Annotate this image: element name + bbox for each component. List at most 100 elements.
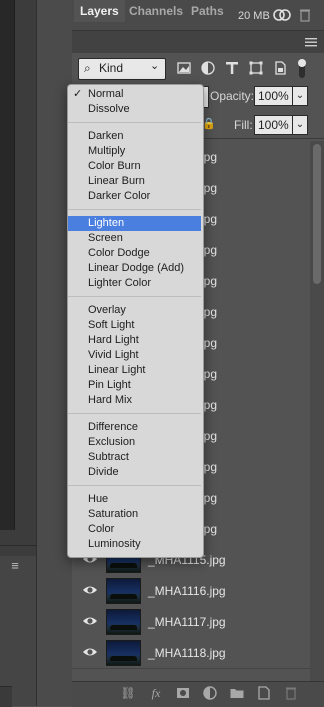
blend-mode-label: Normal	[88, 88, 124, 100]
blend-mode-item[interactable]: Color Burn	[68, 159, 201, 174]
blend-mode-label: Lighter Color	[88, 277, 151, 289]
shape-filter-icon[interactable]	[248, 60, 264, 76]
blend-mode-item[interactable]: Subtract	[68, 450, 201, 465]
layer-thumbnail	[106, 609, 141, 635]
blend-mode-item[interactable]: Saturation	[68, 507, 201, 522]
blend-mode-label: Subtract	[88, 451, 129, 463]
blend-mode-label: Pin Light	[88, 379, 131, 391]
blend-mode-label: Color Burn	[88, 160, 141, 172]
blend-mode-item[interactable]: Luminosity	[68, 537, 201, 552]
blend-mode-item[interactable]: Difference	[68, 420, 201, 435]
filter-toggle-switch[interactable]	[296, 56, 308, 80]
left-panel-menu-icon[interactable]: ≡	[4, 559, 26, 573]
left-lower-panel	[0, 556, 36, 706]
opacity-chevron-down-icon[interactable]: ⌄	[292, 86, 308, 106]
eye-icon[interactable]	[82, 646, 98, 658]
adjustment-filter-icon[interactable]	[200, 60, 216, 76]
eye-icon[interactable]	[82, 615, 98, 627]
type-filter-icon[interactable]	[224, 60, 240, 76]
blend-mode-label: Color Dodge	[88, 247, 150, 259]
blend-mode-label: Linear Burn	[88, 175, 145, 187]
lock-icon[interactable]: 🔒	[202, 117, 216, 130]
layer-name: _MHA1117.jpg	[148, 615, 226, 629]
blend-mode-item[interactable]: Hard Light	[68, 333, 201, 348]
blend-mode-label: Darker Color	[88, 190, 151, 202]
adjustment-layer-icon[interactable]	[202, 685, 218, 701]
tab-layers[interactable]: Layers	[74, 0, 125, 22]
blend-mode-label: Exclusion	[88, 436, 136, 448]
blend-mode-label: Saturation	[88, 508, 139, 520]
blend-mode-label: Luminosity	[88, 538, 141, 550]
layer-thumbnail	[106, 578, 141, 604]
blend-mode-item[interactable]: Hard Mix	[68, 393, 201, 408]
smart-object-filter-icon[interactable]	[272, 60, 288, 76]
menu-separator	[68, 413, 201, 414]
eye-icon[interactable]	[82, 584, 98, 596]
blend-mode-item[interactable]: Soft Light	[68, 318, 201, 333]
delete-layer-icon[interactable]	[283, 685, 299, 701]
panel-tab-bar	[72, 31, 324, 53]
blend-mode-item[interactable]: Linear Burn	[68, 174, 201, 189]
blend-mode-item[interactable]: Pin Light	[68, 378, 201, 393]
blend-mode-label: Difference	[88, 421, 138, 433]
new-layer-icon[interactable]	[256, 685, 272, 701]
blend-mode-label: Hue	[88, 493, 109, 505]
blend-mode-label: Linear Dodge (Add)	[88, 262, 185, 274]
blend-mode-label: Divide	[88, 466, 119, 478]
opacity-input[interactable]: 100%	[254, 86, 295, 106]
cloud-sync-icon[interactable]	[272, 8, 292, 22]
blend-mode-item[interactable]: Multiply	[68, 144, 201, 159]
layer-thumbnail	[106, 640, 141, 666]
chevron-down-icon: ⌄	[150, 60, 160, 72]
blend-mode-label: Screen	[88, 232, 123, 244]
layer-row[interactable]: _MHA1116.jpg	[72, 575, 310, 607]
link-layers-icon[interactable]: ⛓	[120, 685, 136, 701]
blend-mode-item[interactable]: Color Dodge	[68, 246, 201, 261]
blend-mode-label: Color	[88, 523, 115, 535]
layer-row[interactable]: _MHA1117.jpg	[72, 606, 310, 638]
blend-mode-label: Vivid Light	[88, 349, 139, 361]
blend-mode-item[interactable]: Exclusion	[68, 435, 201, 450]
blend-mode-item[interactable]: Overlay	[68, 303, 201, 318]
blend-mode-item[interactable]: Darker Color	[68, 189, 201, 204]
fill-input[interactable]: 100%	[254, 115, 295, 135]
fill-chevron-down-icon[interactable]: ⌄	[292, 115, 308, 135]
tab-paths[interactable]: Paths	[185, 0, 230, 22]
fill-label: Fill:	[234, 118, 253, 132]
blend-mode-item[interactable]: Linear Dodge (Add)	[68, 261, 201, 276]
blend-mode-label: Hard Light	[88, 334, 139, 346]
blend-mode-item[interactable]: Lighten	[68, 216, 201, 231]
blend-mode-label: Overlay	[88, 304, 126, 316]
image-filter-icon[interactable]	[176, 60, 192, 76]
blend-mode-item[interactable]: Lighter Color	[68, 276, 201, 291]
opacity-label: Opacity:	[210, 89, 255, 103]
menu-separator	[68, 209, 201, 210]
trash-icon[interactable]	[298, 8, 312, 22]
layer-name: _MHA1118.jpg	[148, 646, 226, 660]
scrollbar-thumb[interactable]	[313, 144, 321, 284]
blend-mode-item[interactable]: Screen	[68, 231, 201, 246]
blend-mode-label: Soft Light	[88, 319, 135, 331]
blend-mode-item[interactable]: Vivid Light	[68, 348, 201, 363]
layer-name: _MHA1116.jpg	[148, 584, 226, 598]
folder-icon[interactable]	[229, 685, 245, 701]
search-icon: ⌕	[84, 61, 91, 75]
checkmark-icon: ✓	[73, 88, 83, 100]
blend-mode-item[interactable]: Darken	[68, 129, 201, 144]
blend-mode-item[interactable]: ✓ Normal	[68, 87, 201, 102]
canvas-edge	[0, 0, 15, 530]
menu-separator	[68, 296, 201, 297]
layer-mask-icon[interactable]	[175, 685, 191, 701]
layer-row[interactable]: _MHA1118.jpg	[72, 637, 310, 669]
blend-mode-item[interactable]: Linear Light	[68, 363, 201, 378]
tab-channels[interactable]: Channels	[123, 0, 189, 22]
blend-mode-label: Linear Light	[88, 364, 146, 376]
blend-mode-label: Hard Mix	[88, 394, 133, 406]
blend-mode-item[interactable]: Divide	[68, 465, 201, 480]
blend-mode-item[interactable]: Dissolve	[68, 102, 201, 117]
panel-menu-icon[interactable]	[305, 36, 317, 48]
blend-mode-item[interactable]: Color	[68, 522, 201, 537]
blend-mode-item[interactable]: Hue	[68, 492, 201, 507]
left-corner	[0, 686, 12, 707]
fx-icon[interactable]: fx	[148, 685, 164, 701]
